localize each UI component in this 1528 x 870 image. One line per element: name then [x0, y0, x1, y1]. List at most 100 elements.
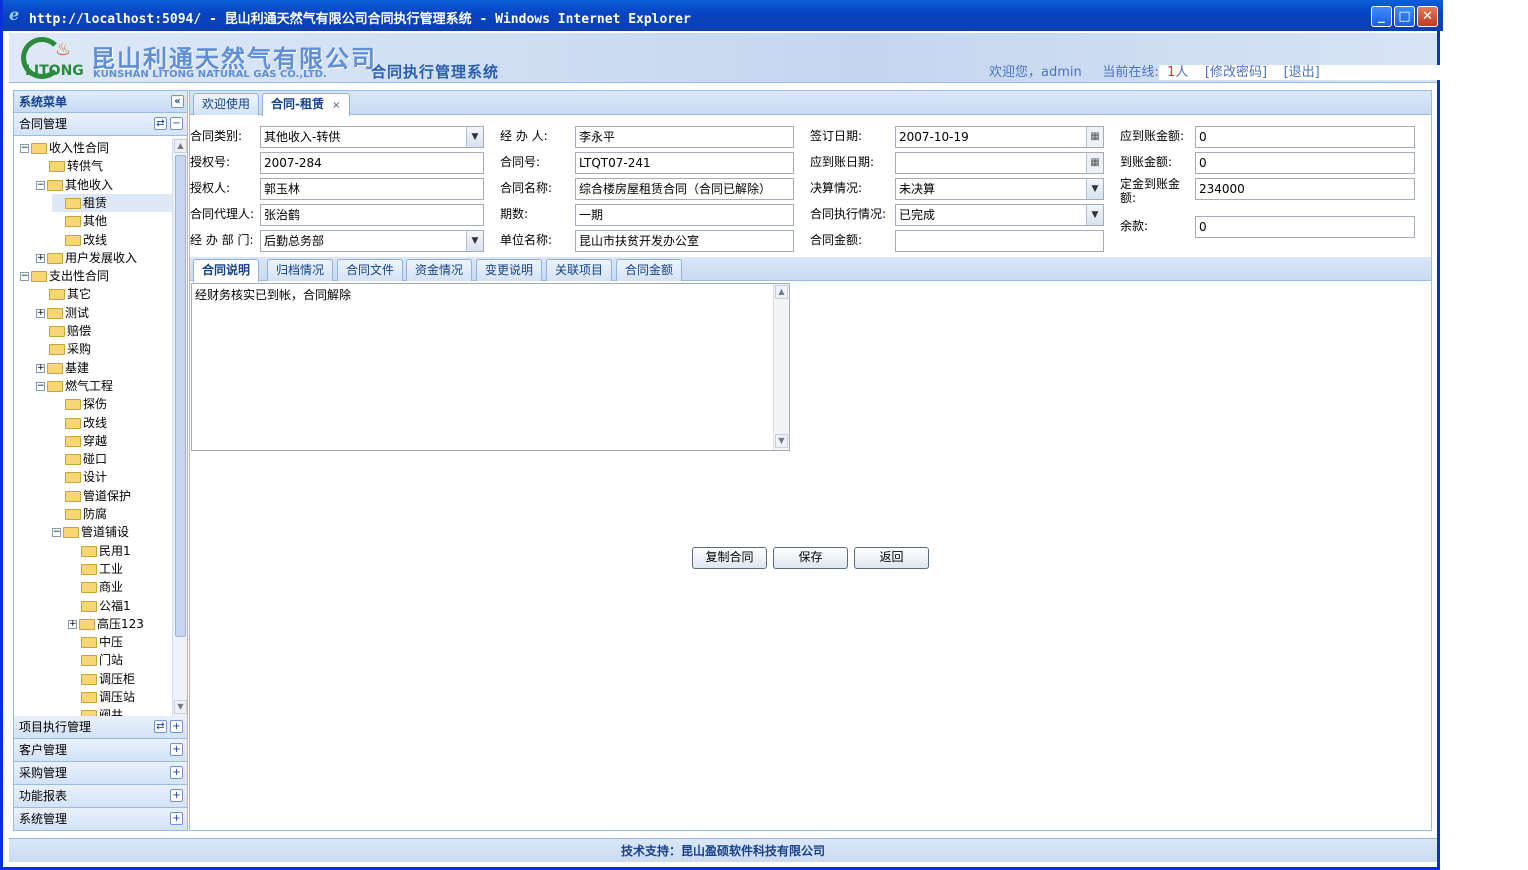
contract-name-field[interactable]: 综合楼房屋租赁合同（合同已解除）	[575, 178, 794, 200]
scroll-down-icon[interactable]: ▼	[174, 700, 187, 714]
unit-field[interactable]: 昆山市扶贫开发办公室	[575, 230, 794, 252]
collapse-icon[interactable]: −	[36, 381, 45, 391]
detail-tab[interactable]: 关联项目	[546, 259, 613, 281]
save-button[interactable]: 保存	[773, 547, 848, 569]
logout-link[interactable]: [退出]	[1284, 65, 1320, 80]
accordion-panel[interactable]: 功能报表 +	[14, 785, 187, 808]
tree-node[interactable]: + 基建	[36, 359, 89, 377]
detail-tab[interactable]: 合同说明	[193, 259, 260, 282]
contract-type-select[interactable]: 其他收入-转供 ▼	[260, 126, 484, 148]
refresh-icon[interactable]: ⇄	[154, 720, 167, 733]
tree-node[interactable]: 采购	[36, 340, 91, 358]
receivable-field[interactable]: 0	[1195, 126, 1415, 148]
detail-tab[interactable]: 变更说明	[476, 259, 543, 281]
tree-node[interactable]: 租赁	[52, 193, 172, 212]
expand-panel-icon[interactable]: +	[170, 743, 183, 756]
accordion-panel[interactable]: 系统管理 +	[14, 808, 187, 831]
received-field[interactable]: 0	[1195, 152, 1415, 174]
tree-node[interactable]: 调压站	[68, 688, 135, 706]
settlement-select[interactable]: 未决算 ▼	[895, 178, 1104, 200]
expand-panel-icon[interactable]: +	[170, 766, 183, 779]
copy-contract-button[interactable]: 复制合同	[692, 547, 767, 569]
tree-node[interactable]: 其它	[36, 285, 91, 303]
tree-node[interactable]: − 管道铺设	[52, 523, 129, 541]
memo-textarea[interactable]: 经财务核实已到帐，合同解除 ▲ ▼	[191, 283, 790, 451]
scroll-up-icon[interactable]: ▲	[775, 285, 788, 299]
maximize-button[interactable]: □	[1394, 6, 1415, 27]
refresh-icon[interactable]: ⇄	[154, 117, 167, 130]
chevron-down-icon[interactable]: ▼	[1086, 205, 1103, 225]
tree-node[interactable]: 门站	[68, 651, 123, 669]
accordion-panel[interactable]: 采购管理 +	[14, 762, 187, 785]
sign-date-field[interactable]: 2007-10-19 ▦	[895, 126, 1104, 148]
calendar-icon[interactable]: ▦	[1086, 153, 1103, 173]
tab-contract-lease[interactable]: 合同-租赁 ×	[262, 93, 350, 116]
expand-panel-icon[interactable]: +	[170, 720, 183, 733]
scroll-up-icon[interactable]: ▲	[174, 139, 187, 153]
tree-scrollbar[interactable]: ▲ ▼	[172, 138, 187, 716]
agent-field[interactable]: 张治鹤	[260, 204, 484, 226]
due-date-field[interactable]: ▦	[895, 152, 1104, 174]
authorizer-field[interactable]: 郭玉林	[260, 178, 484, 200]
tree-node[interactable]: 转供气	[36, 157, 103, 175]
chevron-down-icon[interactable]: ▼	[466, 127, 483, 147]
chevron-down-icon[interactable]: ▼	[466, 231, 483, 251]
detail-tab[interactable]: 合同文件	[337, 259, 404, 281]
tree-node[interactable]: 防腐	[52, 505, 107, 523]
scroll-down-icon[interactable]: ▼	[775, 434, 788, 448]
tree-node[interactable]: 改线	[52, 414, 107, 432]
memo-scrollbar[interactable]: ▲ ▼	[773, 284, 789, 450]
tree-node[interactable]: − 其他收入	[36, 176, 113, 194]
contract-no-field[interactable]: LTQT07-241	[575, 152, 794, 174]
close-window-button[interactable]: ✕	[1417, 6, 1438, 27]
tree-node[interactable]: 民用1	[68, 542, 131, 560]
tree-node[interactable]: 设计	[52, 468, 107, 486]
change-password-link[interactable]: [修改密码]	[1205, 65, 1267, 80]
detail-tab[interactable]: 归档情况	[267, 259, 334, 281]
collapse-icon[interactable]: «	[171, 95, 184, 108]
scroll-thumb[interactable]	[175, 155, 186, 637]
tree-node[interactable]: 管道保护	[52, 487, 131, 505]
exec-select[interactable]: 已完成 ▼	[895, 204, 1104, 226]
tree-node[interactable]: 商业	[68, 578, 123, 596]
tree-node[interactable]: 调压柜	[68, 670, 135, 688]
detail-tab[interactable]: 资金情况	[406, 259, 473, 281]
collapse-icon[interactable]: −	[52, 528, 61, 538]
tree-node[interactable]: + 高压123	[68, 615, 144, 633]
expand-panel-icon[interactable]: +	[170, 789, 183, 802]
collapse-panel-icon[interactable]: −	[170, 117, 183, 130]
tree-node[interactable]: 中压	[68, 633, 123, 651]
tree-node[interactable]: 穿越	[52, 432, 107, 450]
collapse-icon[interactable]: −	[36, 180, 45, 190]
accordion-panel[interactable]: 项目执行管理 ⇄ +	[14, 716, 187, 739]
back-button[interactable]: 返回	[854, 547, 929, 569]
tree-node[interactable]: + 测试	[36, 304, 89, 322]
tree-node[interactable]: 其他	[52, 212, 107, 230]
close-tab-icon[interactable]: ×	[332, 100, 340, 111]
expand-icon[interactable]: +	[36, 253, 45, 263]
collapse-icon[interactable]: −	[20, 144, 29, 153]
tree-node[interactable]: − 支出性合同	[20, 267, 109, 285]
tree-node[interactable]: 碰口	[52, 450, 107, 468]
expand-icon[interactable]: +	[36, 363, 45, 373]
balance-field[interactable]: 0	[1195, 216, 1415, 238]
tree-node[interactable]: 探伤	[52, 395, 107, 413]
accordion-panel[interactable]: 客户管理 +	[14, 739, 187, 762]
expand-icon[interactable]: +	[68, 619, 77, 629]
detail-tab[interactable]: 合同金额	[616, 259, 683, 281]
amount-field[interactable]	[895, 230, 1104, 252]
auth-no-field[interactable]: 2007-284	[260, 152, 484, 174]
tree-node[interactable]: − 燃气工程	[36, 377, 113, 395]
tree-node[interactable]: 公福1	[68, 597, 131, 615]
tree-node[interactable]: 赔偿	[36, 322, 91, 340]
tree-node[interactable]: 阀井	[68, 706, 123, 716]
expand-panel-icon[interactable]: +	[170, 812, 183, 825]
tree-node[interactable]: 工业	[68, 560, 123, 578]
tree-node[interactable]: 改线	[52, 231, 107, 249]
tree-node[interactable]: − 收入性合同	[20, 139, 109, 157]
minimize-button[interactable]: _	[1371, 6, 1392, 27]
period-field[interactable]: 一期	[575, 204, 794, 226]
expand-icon[interactable]: +	[36, 308, 45, 318]
tree-node[interactable]: + 用户发展收入	[36, 249, 137, 267]
tab-welcome[interactable]: 欢迎使用	[193, 93, 260, 115]
